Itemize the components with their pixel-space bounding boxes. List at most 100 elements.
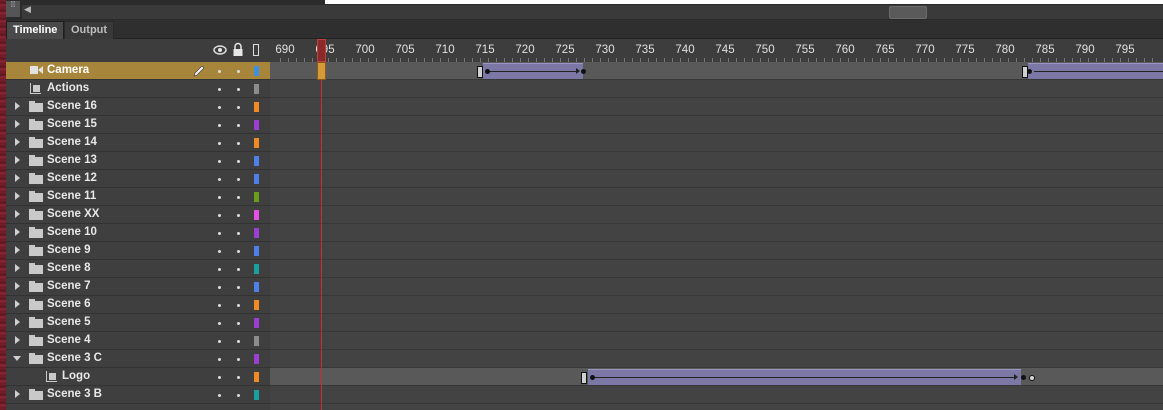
panel-options-icon[interactable]: ⁞⁞ <box>6 1 20 17</box>
visibility-toggle[interactable] <box>218 376 221 379</box>
layer-row-camera[interactable]: Camera <box>6 62 270 80</box>
visibility-toggle[interactable] <box>218 142 221 145</box>
layer-row-scene-12[interactable]: Scene 12 <box>6 170 270 188</box>
frame-grid[interactable] <box>270 62 1163 410</box>
keyframe[interactable] <box>485 69 490 74</box>
keyframe[interactable] <box>1027 69 1032 74</box>
visibility-toggle[interactable] <box>218 70 221 73</box>
expand-arrow-icon[interactable] <box>15 264 20 272</box>
layer-row-scene-11[interactable]: Scene 11 <box>6 188 270 206</box>
visibility-toggle[interactable] <box>218 214 221 217</box>
scroll-left-arrow-icon[interactable]: ◀ <box>24 4 31 15</box>
layer-color-swatch[interactable] <box>254 120 259 130</box>
layer-row-scene-10[interactable]: Scene 10 <box>6 224 270 242</box>
expand-arrow-icon[interactable] <box>15 156 20 164</box>
keyframe[interactable] <box>1029 375 1035 381</box>
expand-arrow-icon[interactable] <box>15 246 20 254</box>
visibility-toggle[interactable] <box>218 124 221 127</box>
expand-arrow-icon[interactable] <box>15 228 20 236</box>
expand-arrow-icon[interactable] <box>15 192 20 200</box>
visibility-toggle[interactable] <box>218 322 221 325</box>
frame-row[interactable] <box>270 260 1163 278</box>
expand-arrow-icon[interactable] <box>15 174 20 182</box>
lock-toggle[interactable] <box>237 178 240 181</box>
layer-color-swatch[interactable] <box>254 336 259 346</box>
playhead-handle[interactable] <box>317 39 326 62</box>
frame-row[interactable] <box>270 188 1163 206</box>
layer-color-swatch[interactable] <box>254 264 259 274</box>
layer-color-swatch[interactable] <box>254 210 259 220</box>
layer-color-swatch[interactable] <box>254 372 259 382</box>
layer-row-scene-15[interactable]: Scene 15 <box>6 116 270 134</box>
lock-toggle[interactable] <box>237 214 240 217</box>
visibility-toggle[interactable] <box>218 304 221 307</box>
frame-row[interactable] <box>270 116 1163 134</box>
motion-tween-span[interactable] <box>588 369 1021 385</box>
frame-ruler[interactable]: 6906957007057107157207257307357407457507… <box>270 39 1163 63</box>
lock-toggle[interactable] <box>237 88 240 91</box>
lock-toggle[interactable] <box>237 394 240 397</box>
visibility-toggle[interactable] <box>218 88 221 91</box>
layer-color-swatch[interactable] <box>254 246 259 256</box>
keyframe[interactable] <box>581 69 586 74</box>
frame-row[interactable] <box>270 332 1163 350</box>
lock-toggle[interactable] <box>237 376 240 379</box>
layer-row-logo[interactable]: Logo <box>6 368 270 386</box>
horizontal-scrollbar[interactable]: ◀ <box>22 4 1163 20</box>
eye-icon[interactable] <box>213 43 227 57</box>
expand-arrow-icon[interactable] <box>15 138 20 146</box>
outline-toggle-icon[interactable] <box>253 44 259 56</box>
visibility-toggle[interactable] <box>218 340 221 343</box>
lock-toggle[interactable] <box>237 340 240 343</box>
frame-row[interactable] <box>270 224 1163 242</box>
expand-arrow-icon[interactable] <box>15 210 20 218</box>
expand-arrow-icon[interactable] <box>15 390 20 398</box>
frame-row[interactable] <box>270 278 1163 296</box>
layer-color-swatch[interactable] <box>254 300 259 310</box>
tab-output[interactable]: Output <box>64 21 115 39</box>
expand-arrow-icon[interactable] <box>15 300 20 308</box>
motion-tween-span[interactable] <box>483 63 583 79</box>
layer-color-swatch[interactable] <box>254 174 259 184</box>
layer-row-scene-3-b[interactable]: Scene 3 B <box>6 386 270 404</box>
layer-row-scene-5[interactable]: Scene 5 <box>6 314 270 332</box>
layer-color-swatch[interactable] <box>254 318 259 328</box>
layer-row-actions[interactable]: Actions <box>6 80 270 98</box>
lock-toggle[interactable] <box>237 286 240 289</box>
lock-toggle[interactable] <box>237 304 240 307</box>
collapse-arrow-icon[interactable] <box>13 356 21 361</box>
frame-row[interactable] <box>270 134 1163 152</box>
visibility-toggle[interactable] <box>218 286 221 289</box>
layer-color-swatch[interactable] <box>254 282 259 292</box>
expand-arrow-icon[interactable] <box>15 282 20 290</box>
visibility-toggle[interactable] <box>218 160 221 163</box>
layer-color-swatch[interactable] <box>254 156 259 166</box>
expand-arrow-icon[interactable] <box>15 336 20 344</box>
visibility-toggle[interactable] <box>218 250 221 253</box>
layer-row-scene-3-c[interactable]: Scene 3 C <box>6 350 270 368</box>
lock-toggle[interactable] <box>237 70 240 73</box>
blank-keyframe[interactable] <box>581 372 587 384</box>
layer-color-swatch[interactable] <box>254 102 259 112</box>
tab-timeline[interactable]: Timeline <box>6 21 65 39</box>
layer-row-scene-13[interactable]: Scene 13 <box>6 152 270 170</box>
layer-row-scene-8[interactable]: Scene 8 <box>6 260 270 278</box>
layer-color-swatch[interactable] <box>254 228 259 238</box>
lock-toggle[interactable] <box>237 322 240 325</box>
layer-color-swatch[interactable] <box>254 84 259 94</box>
layer-row-scene-6[interactable]: Scene 6 <box>6 296 270 314</box>
frame-row[interactable] <box>270 80 1163 98</box>
expand-arrow-icon[interactable] <box>15 318 20 326</box>
layer-color-swatch[interactable] <box>254 138 259 148</box>
keyframe[interactable] <box>590 375 595 380</box>
visibility-toggle[interactable] <box>218 394 221 397</box>
layer-row-scene-xx[interactable]: Scene XX <box>6 206 270 224</box>
lock-toggle[interactable] <box>237 196 240 199</box>
layer-row-scene-9[interactable]: Scene 9 <box>6 242 270 260</box>
visibility-toggle[interactable] <box>218 178 221 181</box>
current-frame-keyframe[interactable] <box>317 62 326 80</box>
layer-row-scene-16[interactable]: Scene 16 <box>6 98 270 116</box>
lock-toggle[interactable] <box>237 106 240 109</box>
lock-toggle[interactable] <box>237 250 240 253</box>
lock-toggle[interactable] <box>237 160 240 163</box>
